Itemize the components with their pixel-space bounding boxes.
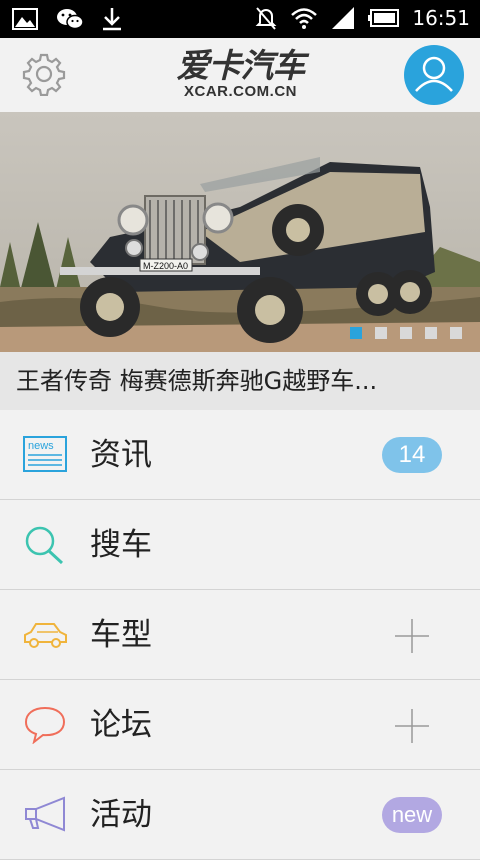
- wechat-icon: [57, 9, 84, 30]
- menu-item-search-car[interactable]: 搜车: [0, 500, 480, 590]
- logo-chinese: 爱卡汽车: [176, 46, 306, 85]
- license-plate: M-Z200-A0: [143, 261, 188, 271]
- pagination-dot[interactable]: [450, 327, 462, 339]
- battery-icon: [368, 9, 400, 27]
- menu-label: 活动: [90, 797, 152, 833]
- user-avatar-button[interactable]: [404, 45, 464, 105]
- banner-pagination: [350, 327, 462, 339]
- chat-bubble-icon: [24, 706, 66, 744]
- add-plus-icon[interactable]: [393, 707, 431, 745]
- menu-label: 车型: [90, 617, 152, 653]
- svg-text:news: news: [28, 440, 54, 452]
- user-icon: [415, 56, 453, 92]
- menu-label: 论坛: [90, 707, 152, 743]
- menu-item-forum[interactable]: 论坛: [0, 680, 480, 770]
- add-plus-icon[interactable]: [393, 617, 431, 655]
- pagination-dot[interactable]: [425, 327, 437, 339]
- banner-car-image: M-Z200-A0: [0, 112, 480, 352]
- menu-label: 搜车: [90, 527, 152, 563]
- logo-english: XCAR.COM.CN: [184, 83, 297, 100]
- main-menu: news 资讯 14 搜车 车型 论坛 活动 new: [0, 410, 480, 860]
- gallery-icon: [12, 8, 38, 30]
- signal-icon: [332, 7, 355, 29]
- unread-count-badge: 14: [382, 437, 442, 473]
- menu-item-news[interactable]: news 资讯 14: [0, 410, 480, 500]
- menu-item-events[interactable]: 活动 new: [0, 770, 480, 860]
- download-icon: [103, 8, 121, 31]
- new-badge: new: [382, 797, 442, 833]
- status-bar: 16:51: [0, 0, 480, 38]
- news-icon: news: [23, 436, 67, 472]
- pagination-dot[interactable]: [400, 327, 412, 339]
- xcar-logo: 爱卡汽车 XCAR.COM.CN: [168, 48, 313, 104]
- car-icon: [24, 623, 67, 648]
- pagination-dot[interactable]: [375, 327, 387, 339]
- wifi-icon: [291, 8, 318, 29]
- settings-gear-icon[interactable]: [22, 52, 66, 96]
- banner-caption[interactable]: 王者传奇 梅赛德斯奔驰G越野车...: [0, 352, 480, 410]
- app-header: 爱卡汽车 XCAR.COM.CN: [0, 38, 480, 112]
- pagination-dot[interactable]: [350, 327, 362, 339]
- search-icon: [25, 526, 64, 564]
- mute-icon: [255, 7, 277, 30]
- megaphone-icon: [25, 796, 65, 832]
- status-clock: 16:51: [412, 6, 470, 30]
- menu-label: 资讯: [90, 437, 152, 473]
- featured-banner[interactable]: M-Z200-A0: [0, 112, 480, 352]
- menu-item-car-models[interactable]: 车型: [0, 590, 480, 680]
